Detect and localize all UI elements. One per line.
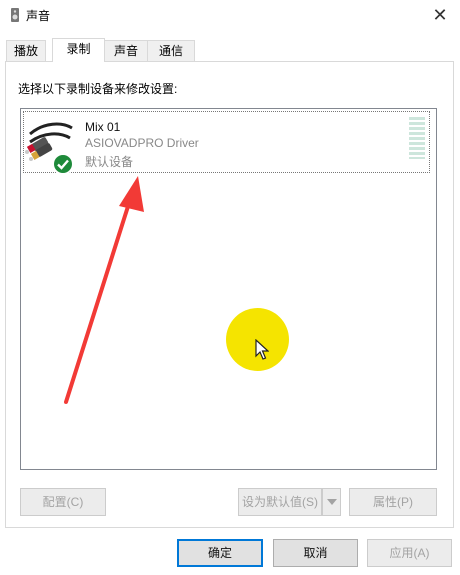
tab-playback[interactable]: 播放	[6, 40, 46, 61]
default-checkmark-icon	[52, 153, 74, 175]
mouse-pointer-icon	[255, 339, 269, 360]
device-name: Mix 01	[85, 120, 121, 134]
tab-communications[interactable]: 通信	[147, 40, 195, 61]
speaker-icon	[11, 8, 19, 22]
configure-button[interactable]: 配置(C)	[20, 488, 106, 516]
properties-button[interactable]: 属性(P)	[349, 488, 437, 516]
tab-sounds[interactable]: 声音	[103, 40, 149, 61]
device-driver: ASIOVADPRO Driver	[85, 136, 199, 150]
close-icon: ✕	[432, 4, 448, 25]
set-default-dropdown[interactable]	[322, 488, 341, 516]
tab-recording[interactable]: 录制	[52, 38, 105, 62]
device-status: 默认设备	[85, 155, 134, 169]
title-bar: 声音 ✕	[0, 0, 460, 30]
close-button[interactable]: ✕	[420, 0, 460, 30]
cancel-button[interactable]: 取消	[273, 539, 358, 567]
window-title: 声音	[26, 9, 51, 23]
chevron-down-icon	[327, 499, 337, 505]
apply-button[interactable]: 应用(A)	[367, 539, 452, 567]
level-meter	[409, 117, 425, 159]
instruction-label: 选择以下录制设备来修改设置:	[18, 82, 178, 96]
set-default-button[interactable]: 设为默认值(S)	[238, 488, 322, 516]
ok-button[interactable]: 确定	[177, 539, 263, 567]
